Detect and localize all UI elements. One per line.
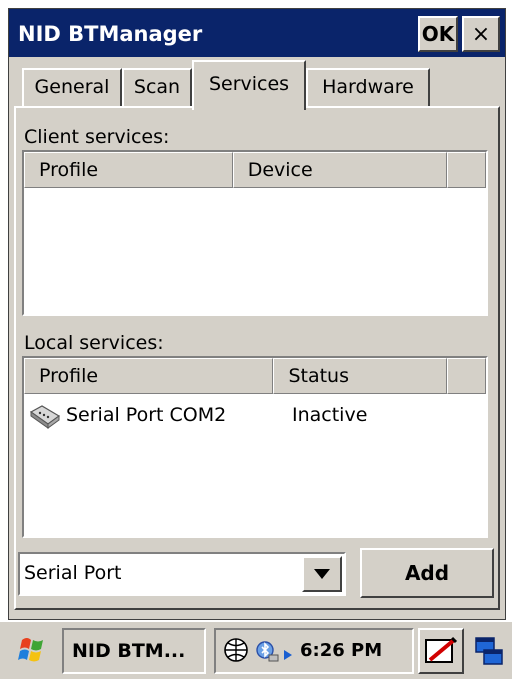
tab-hardware[interactable]: Hardware [306, 68, 430, 108]
network-icon[interactable] [222, 636, 250, 664]
clock[interactable]: 6:26 PM [300, 631, 382, 671]
column-header-blank [446, 358, 486, 394]
arrow-right-icon [282, 646, 294, 660]
column-header-device[interactable]: Device [232, 152, 447, 188]
close-icon: × [471, 21, 491, 47]
desktop-icon [475, 637, 503, 665]
column-header-profile[interactable]: Profile [24, 358, 274, 394]
row-status: Inactive [292, 404, 368, 426]
window-title: NID BTManager [18, 22, 203, 46]
row-profile: Serial Port COM2 [66, 404, 227, 426]
ok-button[interactable]: OK [418, 16, 458, 52]
chevron-down-icon [314, 569, 330, 579]
dropdown-button[interactable] [302, 556, 342, 592]
input-panel-button[interactable] [418, 628, 464, 674]
add-button[interactable]: Add [360, 548, 494, 598]
desktop-button[interactable] [472, 634, 506, 670]
taskbar-app-button[interactable]: NID BTM... [62, 628, 206, 674]
tab-scan[interactable]: Scan [122, 68, 192, 108]
serial-port-icon [28, 402, 62, 430]
input-panel-icon [425, 636, 458, 663]
client-services-list[interactable]: Profile Device [22, 150, 488, 316]
column-header-blank [446, 152, 486, 188]
column-header-profile[interactable]: Profile [24, 152, 233, 188]
tab-services[interactable]: Services [192, 60, 306, 110]
local-services-list[interactable]: Profile Status Serial Port COM2 Inactive [22, 356, 488, 538]
column-header-status[interactable]: Status [273, 358, 447, 394]
list-item[interactable]: Serial Port COM2 Inactive [26, 400, 484, 432]
windows-flag-icon [18, 638, 43, 662]
start-button[interactable] [12, 630, 52, 670]
local-services-label: Local services: [24, 332, 164, 354]
close-button[interactable]: × [462, 16, 500, 52]
service-select-value: Serial Port [24, 562, 122, 584]
tab-general[interactable]: General [22, 68, 122, 108]
bluetooth-icon[interactable] [254, 638, 280, 664]
client-services-label: Client services: [24, 126, 170, 148]
